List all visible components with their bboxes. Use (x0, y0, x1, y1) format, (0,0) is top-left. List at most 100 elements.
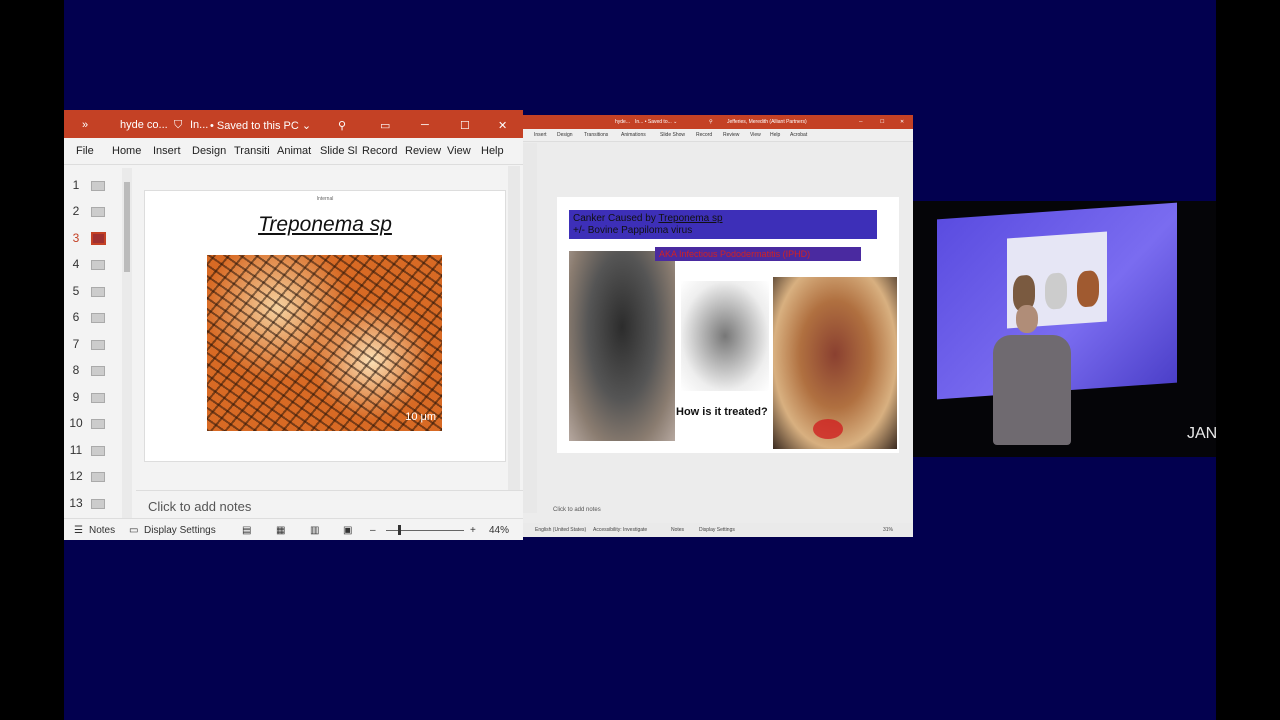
quick-access-chevron[interactable]: » (82, 119, 88, 131)
slide-sorter-icon[interactable]: ▦ (276, 525, 285, 536)
reading-view-icon[interactable]: ▥ (310, 525, 319, 536)
close-icon[interactable]: ✕ (498, 119, 507, 132)
tab-home[interactable]: Home (112, 145, 141, 157)
display-settings-button[interactable]: Display Settings (699, 527, 735, 533)
search-icon[interactable]: ⚲ (709, 119, 713, 125)
thumbnail-preview (91, 207, 105, 217)
treponema-link[interactable]: Treponema sp (658, 213, 722, 224)
tab-help[interactable]: Help (770, 132, 780, 138)
treatment-caption[interactable]: How is it treated? (676, 406, 768, 418)
slide-number: 4 (72, 257, 80, 271)
tab-transitions[interactable]: Transiti (234, 145, 270, 157)
ribbon-tabs: File Home Insert Design Transiti Animat … (64, 138, 523, 165)
slide-number: 1 (72, 178, 80, 192)
microscope-image[interactable]: 10 μm (207, 255, 442, 431)
slide-number: 9 (72, 390, 80, 404)
thumbnail-preview (91, 313, 105, 323)
speaker-head (1016, 305, 1038, 333)
slide-scrollbar[interactable] (508, 166, 520, 516)
thumbnail-preview (91, 419, 105, 429)
shield-icon: ⛉ (174, 119, 183, 131)
tab-animations[interactable]: Animat (277, 145, 311, 157)
slide-canvas[interactable]: Internal Treponema sp 10 μm (144, 190, 506, 462)
hoof-photo-canker[interactable] (773, 277, 897, 449)
sensitivity-label[interactable]: In... (190, 119, 208, 131)
zoom-slider-knob[interactable] (398, 525, 401, 535)
notes-button[interactable]: Notes (89, 525, 115, 536)
save-status[interactable]: • Saved to this PC ⌄ (210, 119, 311, 132)
slideshow-icon[interactable]: ▣ (343, 525, 352, 536)
slide-number: 8 (72, 363, 80, 377)
thumbnail-preview (91, 181, 105, 191)
powerpoint-window-left: » hyde co... ⛉ In... • Saved to this PC … (64, 110, 523, 540)
notes-icon[interactable]: ☰ (74, 525, 83, 536)
minimize-icon[interactable]: ─ (859, 119, 863, 125)
display-settings-button[interactable]: Display Settings (144, 525, 216, 536)
normal-view-icon[interactable]: ▤ (242, 525, 251, 536)
close-icon[interactable]: ✕ (900, 119, 904, 125)
notes-pane[interactable]: Click to add notes (136, 490, 523, 521)
tab-acrobat[interactable]: Acrobat (790, 132, 807, 138)
aka-banner[interactable]: AKA Infectious Pododermatitis (IPHD) (655, 247, 861, 261)
slide-number: 6 (72, 310, 80, 324)
tab-transitions[interactable]: Transitions (584, 132, 608, 138)
ribbon-display-icon[interactable]: ▭ (380, 119, 390, 132)
accessibility-status[interactable]: Accessibility: Investigate (593, 527, 647, 533)
tab-view[interactable]: View (750, 132, 761, 138)
notes-placeholder[interactable]: Click to add notes (553, 507, 601, 513)
maximize-icon[interactable]: ☐ (460, 119, 470, 132)
user-name[interactable]: Jefferies, Meredith (Alliant Partners) (727, 119, 807, 125)
zoom-level[interactable]: 31% (883, 527, 893, 533)
thumbnail-preview (91, 260, 105, 270)
title-bar: » hyde co... ⛉ In... • Saved to this PC … (64, 110, 523, 138)
tab-insert[interactable]: Insert (534, 132, 547, 138)
slide-title-box[interactable]: Canker Caused by Treponema sp +/- Bovine… (569, 210, 877, 239)
tab-design[interactable]: Design (192, 145, 226, 157)
search-icon[interactable]: ⚲ (338, 119, 346, 132)
minimize-icon[interactable]: ─ (421, 119, 429, 131)
title-bar: hyde... In... • Saved to... ⌄ ⚲ Jefferie… (523, 115, 913, 129)
tab-record[interactable]: Record (696, 132, 712, 138)
tab-file[interactable]: File (76, 145, 94, 157)
notes-button[interactable]: Notes (671, 527, 684, 533)
thumbnail-preview (91, 472, 105, 482)
tab-animations[interactable]: Animations (621, 132, 646, 138)
thumbnail-pane[interactable] (523, 143, 537, 513)
scrollbar-thumb[interactable] (124, 182, 130, 272)
slide-canvas[interactable]: Canker Caused by Treponema sp +/- Bovine… (557, 197, 899, 453)
projected-photo (1077, 270, 1099, 308)
hoof-sketch[interactable] (681, 281, 769, 391)
thumbnail-preview (91, 287, 105, 297)
zoom-level[interactable]: 44% (489, 525, 509, 536)
speaker-camera-feed: JAN (913, 201, 1216, 457)
tab-review[interactable]: Review (723, 132, 739, 138)
zoom-out-button[interactable]: – (370, 525, 376, 536)
thumbnail-scrollbar[interactable] (122, 168, 132, 518)
hoof-photo-dark[interactable] (569, 251, 675, 441)
tab-slide-show[interactable]: Slide Sl (320, 145, 357, 157)
tab-record[interactable]: Record (362, 145, 397, 157)
file-name[interactable]: hyde co... (120, 119, 168, 131)
maximize-icon[interactable]: ☐ (880, 119, 884, 125)
slide-number: 10 (69, 416, 83, 430)
tab-insert[interactable]: Insert (153, 145, 181, 157)
speaker-body (993, 335, 1071, 445)
display-settings-icon[interactable]: ▭ (129, 525, 138, 536)
projected-photo (1045, 272, 1067, 310)
file-name[interactable]: hyde... (615, 119, 630, 125)
slide-number: 13 (69, 496, 83, 510)
title-line-1: Canker Caused by Treponema sp (573, 213, 723, 224)
tab-view[interactable]: View (447, 145, 471, 157)
tab-design[interactable]: Design (557, 132, 573, 138)
slide-number: 11 (69, 443, 83, 457)
slide-title[interactable]: Treponema sp (145, 213, 505, 237)
tab-review[interactable]: Review (405, 145, 441, 157)
powerpoint-window-right: hyde... In... • Saved to... ⌄ ⚲ Jefferie… (523, 115, 913, 537)
title-line-2: +/- Bovine Pappiloma virus (573, 225, 693, 236)
sensitivity-label[interactable]: In... • Saved to... ⌄ (635, 119, 677, 125)
thumbnail-preview (91, 340, 105, 350)
tab-slide-show[interactable]: Slide Show (660, 132, 685, 138)
tab-help[interactable]: Help (481, 145, 504, 157)
language-status[interactable]: English (United States) (535, 527, 586, 533)
zoom-in-button[interactable]: + (470, 525, 476, 536)
